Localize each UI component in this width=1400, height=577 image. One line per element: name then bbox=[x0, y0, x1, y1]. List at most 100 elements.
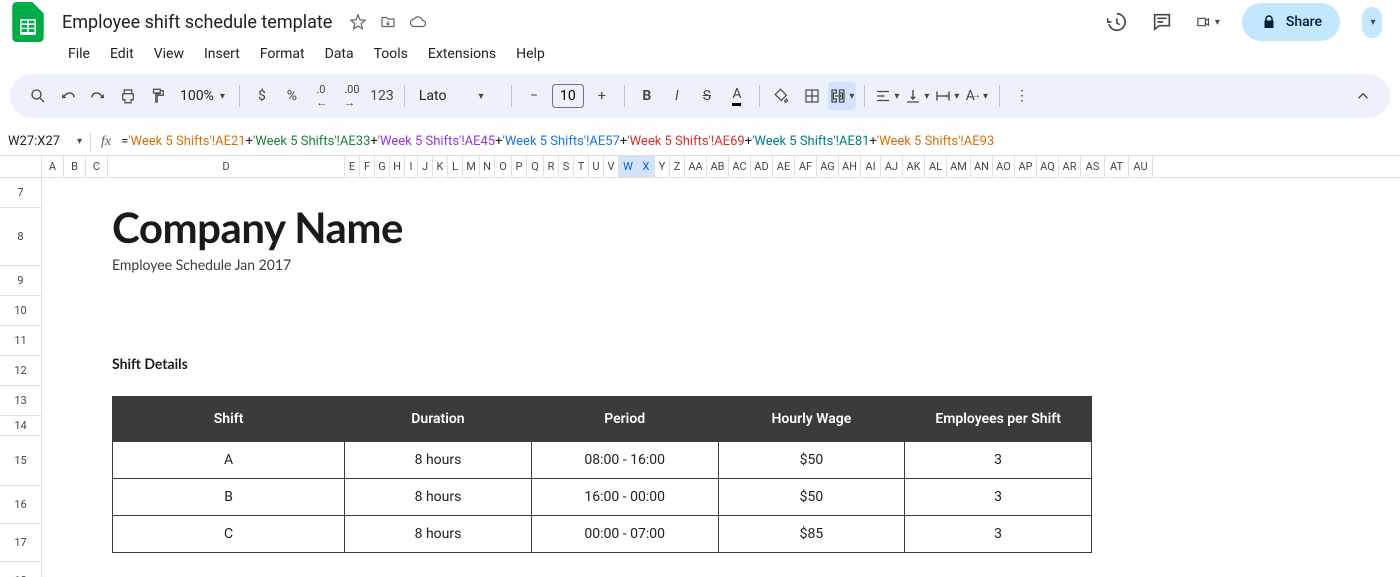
cloud-status-icon[interactable] bbox=[408, 12, 428, 32]
col-header[interactable]: Q bbox=[527, 156, 544, 177]
row-header[interactable]: 9 bbox=[0, 266, 42, 296]
search-menus-icon[interactable] bbox=[24, 82, 52, 110]
col-header[interactable]: U bbox=[589, 156, 604, 177]
col-header[interactable]: AA bbox=[685, 156, 707, 177]
col-header[interactable]: O bbox=[495, 156, 512, 177]
text-wrap-button[interactable]: ▾ bbox=[933, 82, 961, 110]
increase-decimal-button[interactable]: .00→ bbox=[338, 82, 366, 110]
comment-icon[interactable] bbox=[1150, 10, 1174, 34]
menu-data[interactable]: Data bbox=[317, 42, 362, 66]
menu-help[interactable]: Help bbox=[508, 42, 553, 66]
meet-icon[interactable]: ▾ bbox=[1196, 10, 1220, 34]
col-header[interactable]: D bbox=[108, 156, 345, 177]
star-icon[interactable] bbox=[348, 12, 368, 32]
row-header[interactable]: 18 bbox=[0, 562, 42, 577]
horizontal-align-button[interactable]: ▾ bbox=[873, 82, 901, 110]
col-header[interactable]: AQ bbox=[1037, 156, 1059, 177]
col-header[interactable]: I bbox=[405, 156, 418, 177]
share-dropdown[interactable]: ▾ bbox=[1362, 7, 1382, 38]
row-header[interactable]: 16 bbox=[0, 486, 42, 524]
col-header[interactable]: AM bbox=[947, 156, 971, 177]
row-header[interactable]: 11 bbox=[0, 326, 42, 356]
currency-button[interactable]: $ bbox=[248, 82, 276, 110]
col-header[interactable]: X bbox=[638, 156, 655, 177]
menu-view[interactable]: View bbox=[146, 42, 192, 66]
col-header[interactable]: C bbox=[86, 156, 108, 177]
col-header[interactable]: AC bbox=[729, 156, 751, 177]
col-header[interactable]: AI bbox=[861, 156, 881, 177]
share-button[interactable]: Share bbox=[1242, 3, 1340, 41]
more-toolbar-button[interactable]: ⋮ bbox=[1008, 82, 1036, 110]
sheets-logo[interactable] bbox=[8, 2, 48, 42]
col-header[interactable]: Z bbox=[670, 156, 685, 177]
col-header[interactable]: H bbox=[390, 156, 405, 177]
text-color-button[interactable]: A bbox=[723, 82, 751, 110]
col-header[interactable]: AK bbox=[903, 156, 925, 177]
col-header[interactable]: K bbox=[433, 156, 448, 177]
col-header[interactable]: B bbox=[64, 156, 86, 177]
col-header[interactable]: J bbox=[418, 156, 433, 177]
row-header[interactable]: 14 bbox=[0, 416, 42, 436]
font-size-input[interactable] bbox=[552, 84, 584, 108]
borders-button[interactable] bbox=[798, 82, 826, 110]
menu-file[interactable]: File bbox=[60, 42, 98, 66]
col-header[interactable]: AR bbox=[1059, 156, 1081, 177]
col-header[interactable]: W bbox=[619, 156, 638, 177]
col-header[interactable]: AB bbox=[707, 156, 729, 177]
col-header[interactable]: E bbox=[345, 156, 360, 177]
more-formats-button[interactable]: 123 bbox=[368, 82, 396, 110]
col-header[interactable]: AT bbox=[1105, 156, 1129, 177]
fill-color-button[interactable] bbox=[768, 82, 796, 110]
col-header[interactable]: T bbox=[574, 156, 589, 177]
col-header[interactable]: M bbox=[463, 156, 480, 177]
collapse-toolbar-icon[interactable] bbox=[1350, 83, 1376, 109]
redo-icon[interactable] bbox=[84, 82, 112, 110]
col-header[interactable]: P bbox=[512, 156, 527, 177]
row-header[interactable]: 12 bbox=[0, 356, 42, 386]
increase-font-button[interactable]: + bbox=[588, 82, 616, 110]
col-header[interactable]: A bbox=[42, 156, 64, 177]
col-header[interactable]: R bbox=[544, 156, 559, 177]
col-header[interactable]: AG bbox=[817, 156, 839, 177]
col-header[interactable]: S bbox=[559, 156, 574, 177]
menu-insert[interactable]: Insert bbox=[196, 42, 248, 66]
col-header[interactable]: G bbox=[375, 156, 390, 177]
undo-icon[interactable] bbox=[54, 82, 82, 110]
menu-extensions[interactable]: Extensions bbox=[420, 42, 504, 66]
col-header[interactable]: AF bbox=[795, 156, 817, 177]
select-all-corner[interactable] bbox=[0, 156, 42, 177]
row-header[interactable]: 7 bbox=[0, 178, 42, 208]
row-header[interactable]: 13 bbox=[0, 386, 42, 416]
col-header[interactable]: AP bbox=[1015, 156, 1037, 177]
strikethrough-button[interactable]: S bbox=[693, 82, 721, 110]
col-header[interactable]: AH bbox=[839, 156, 861, 177]
print-icon[interactable] bbox=[114, 82, 142, 110]
menu-edit[interactable]: Edit bbox=[102, 42, 142, 66]
col-header[interactable]: Y bbox=[655, 156, 670, 177]
col-header[interactable]: AE bbox=[773, 156, 795, 177]
row-headers[interactable]: 789101112131415161718 bbox=[0, 178, 42, 577]
col-header[interactable]: N bbox=[480, 156, 495, 177]
text-rotation-button[interactable]: A→▾ bbox=[963, 82, 991, 110]
sheet-cells[interactable]: Company Name Employee Schedule Jan 2017 … bbox=[42, 178, 1400, 577]
history-icon[interactable] bbox=[1104, 10, 1128, 34]
col-header[interactable]: AN bbox=[971, 156, 993, 177]
decrease-font-button[interactable]: − bbox=[520, 82, 548, 110]
col-header[interactable]: AL bbox=[925, 156, 947, 177]
merge-cells-button[interactable]: ▾ bbox=[828, 82, 856, 110]
decrease-decimal-button[interactable]: .0← bbox=[308, 82, 336, 110]
col-header[interactable]: AS bbox=[1081, 156, 1105, 177]
zoom-select[interactable]: 100%▾ bbox=[174, 88, 231, 104]
col-header[interactable]: V bbox=[604, 156, 619, 177]
percent-button[interactable]: % bbox=[278, 82, 306, 110]
font-select[interactable]: Lato▾ bbox=[413, 88, 503, 104]
document-title[interactable]: Employee shift schedule template bbox=[56, 10, 338, 35]
row-header[interactable]: 17 bbox=[0, 524, 42, 562]
row-header[interactable]: 10 bbox=[0, 296, 42, 326]
menu-tools[interactable]: Tools bbox=[366, 42, 416, 66]
vertical-align-button[interactable]: ▾ bbox=[903, 82, 931, 110]
formula-input[interactable]: ='Week 5 Shifts'!AE21+'Week 5 Shifts'!AE… bbox=[121, 134, 994, 149]
move-icon[interactable] bbox=[378, 12, 398, 32]
col-header[interactable]: AO bbox=[993, 156, 1015, 177]
column-headers[interactable]: ABCDEFGHIJKLMNOPQRSTUVWXYZAAABACADAEAFAG… bbox=[0, 156, 1400, 178]
